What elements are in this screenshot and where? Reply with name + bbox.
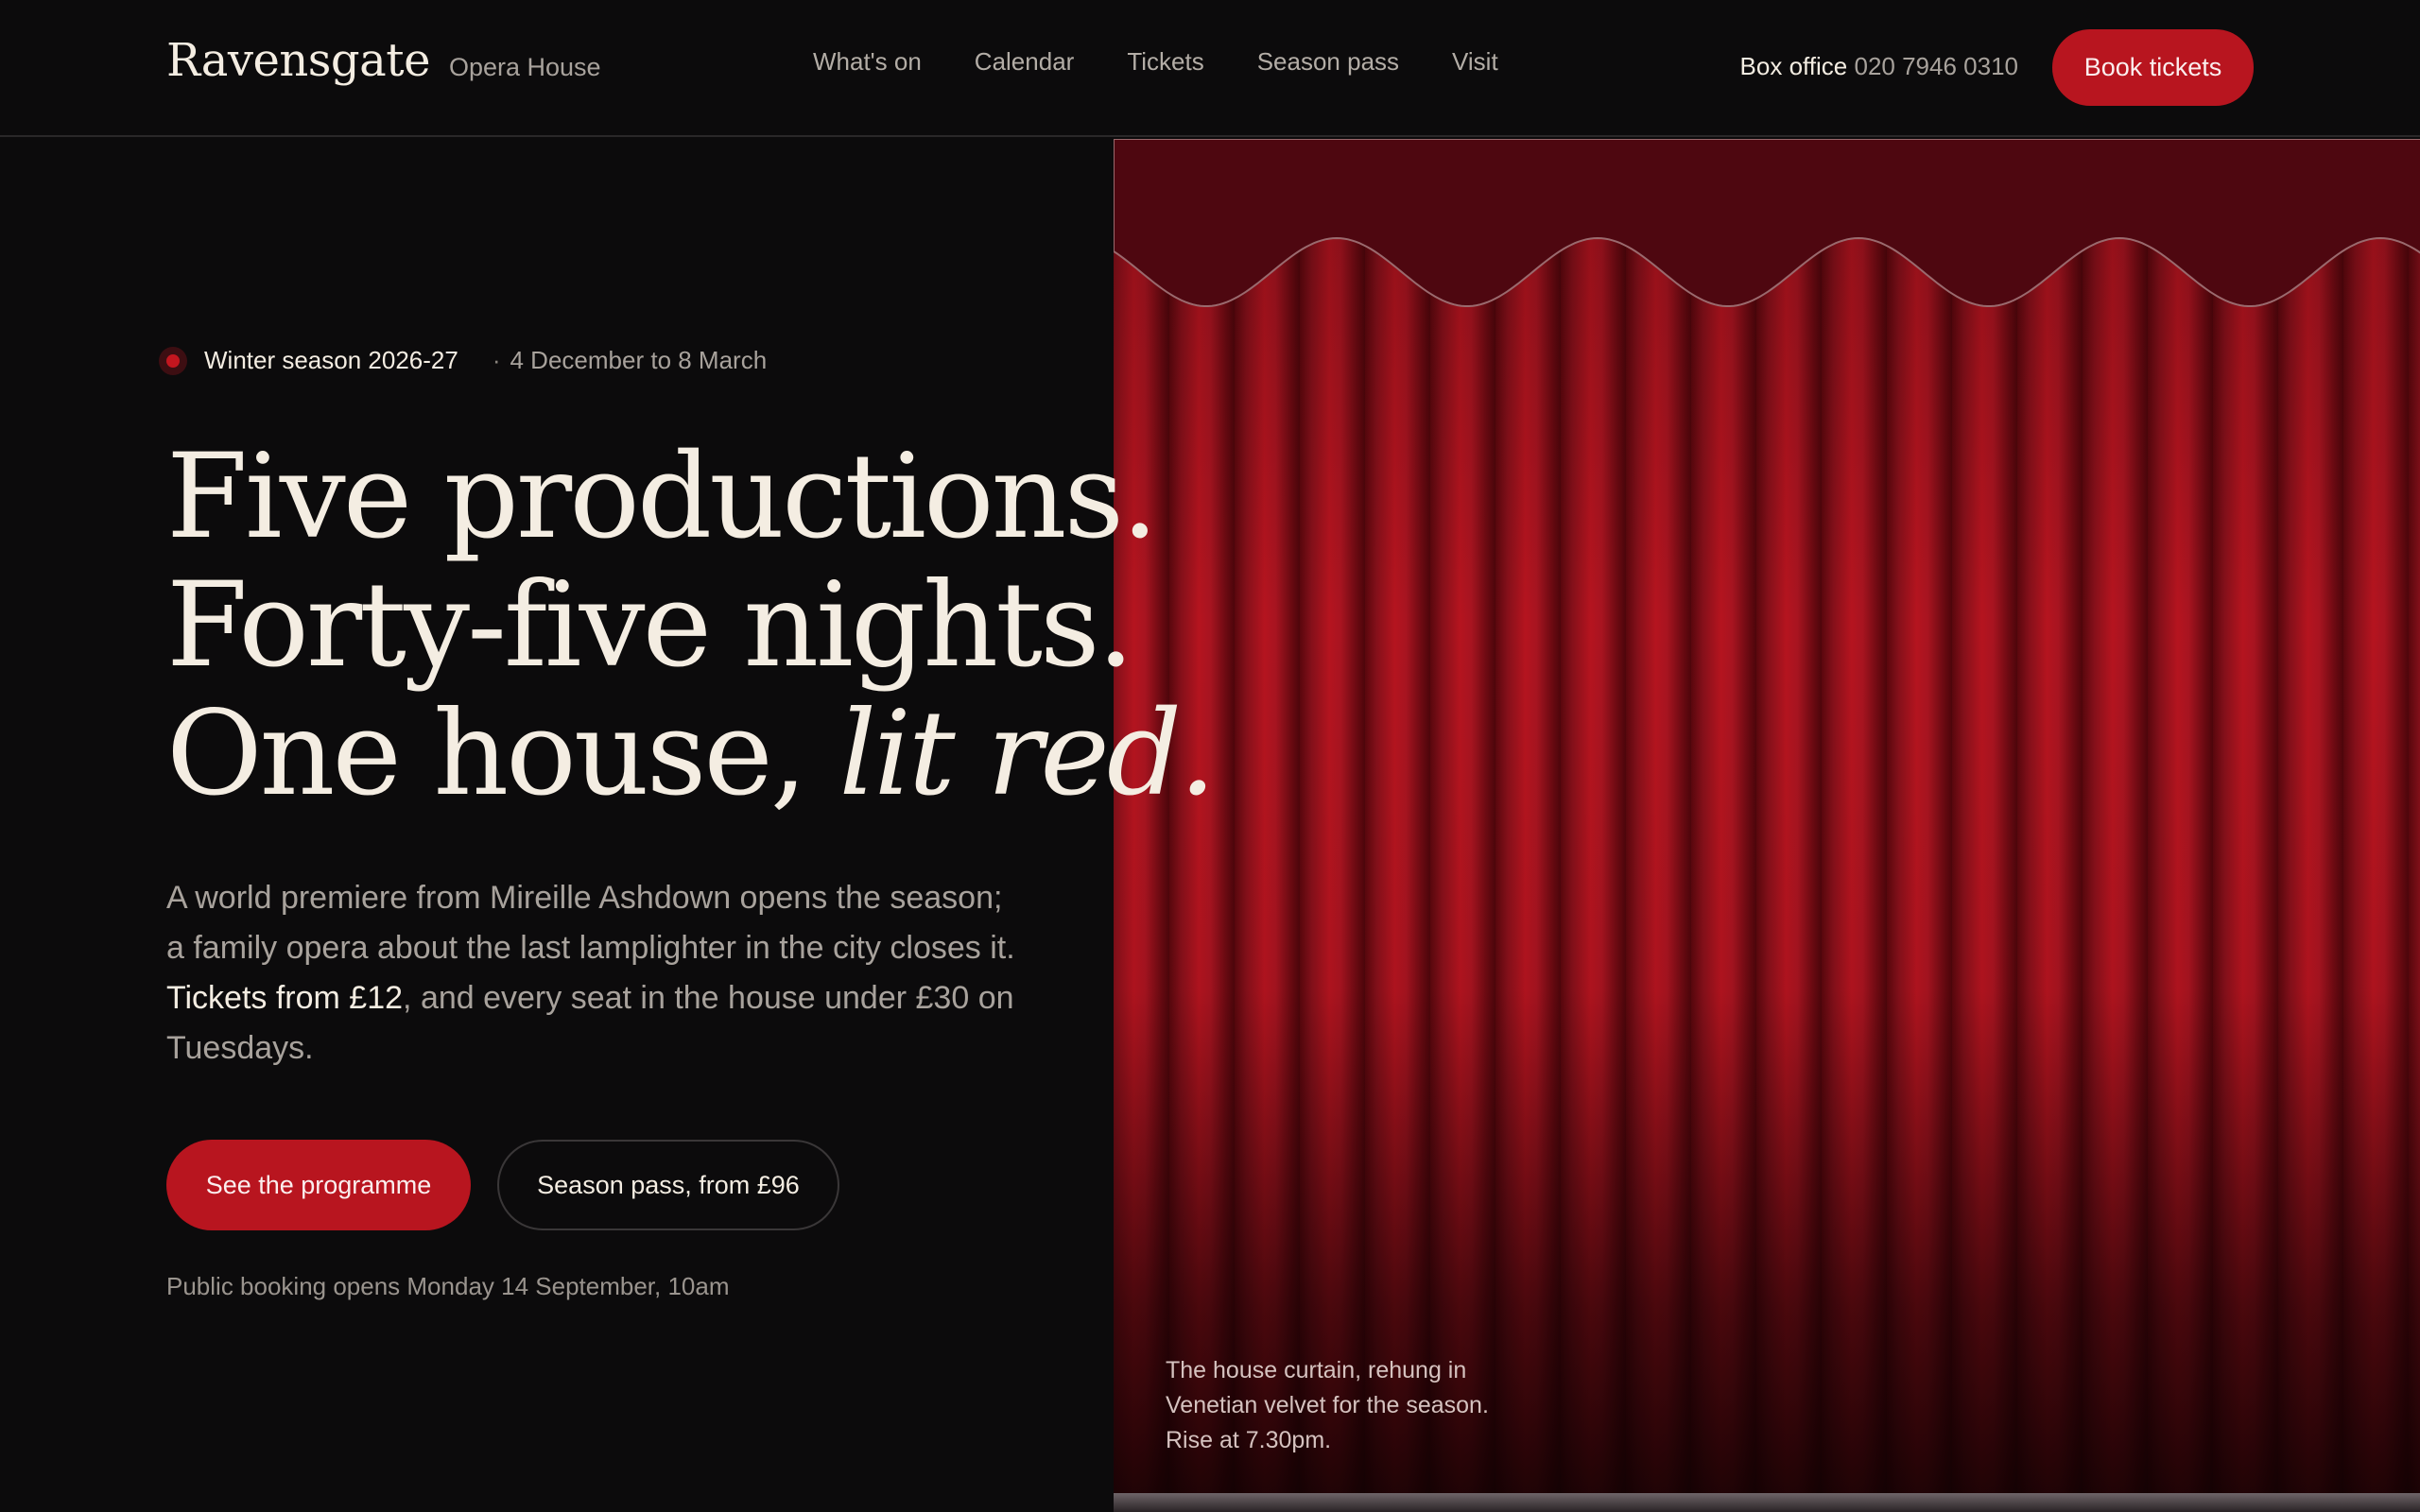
hero-description: A world premiere from Mireille Ashdown o…	[166, 873, 1017, 1074]
hero-actions: See the programme Season pass, from £96	[166, 1140, 839, 1230]
curtain-caption: The house curtain, rehung in Venetian ve…	[1166, 1357, 1489, 1453]
season-dates: 4 December to 8 March	[510, 346, 768, 374]
main-nav: What's on Calendar Tickets Season pass V…	[813, 47, 1498, 77]
lede-price-highlight: Tickets from £12	[166, 980, 404, 1016]
curtain-image: The house curtain, rehung in Venetian ve…	[1114, 139, 2420, 1512]
season-dot-icon	[159, 346, 187, 375]
box-office-label: Box office	[1739, 52, 1848, 80]
headline-line-1: Five productions.	[166, 429, 1159, 565]
site-header: Ravensgate Opera House What's on Calenda…	[0, 0, 2420, 137]
brand-logo[interactable]: Ravensgate Opera House	[166, 34, 601, 87]
box-office-phone: 020 7946 0310	[1854, 52, 2018, 80]
stage-edge	[1114, 1493, 2420, 1512]
lede-part-1: A world premiere from Mireille Ashdown o…	[166, 880, 1015, 966]
booking-note: Public booking opens Monday 14 September…	[166, 1272, 730, 1300]
season-name: Winter season 2026-27	[204, 346, 458, 374]
season-pass-button[interactable]: Season pass, from £96	[497, 1140, 839, 1230]
nav-visit[interactable]: Visit	[1452, 47, 1498, 77]
nav-season-pass[interactable]: Season pass	[1257, 47, 1399, 77]
hero-section: Winter season 2026-27 · 4 December to 8 …	[159, 0, 1217, 1512]
season-badge: Winter season 2026-27 · 4 December to 8 …	[159, 346, 767, 375]
headline-line-2: Forty-five nights.	[166, 558, 1134, 694]
box-office-contact[interactable]: Box office 020 7946 0310	[1740, 52, 2018, 81]
nav-tickets[interactable]: Tickets	[1127, 47, 1203, 77]
brand-name: Ravensgate	[166, 34, 430, 87]
curtain-illustration	[1114, 139, 2420, 1512]
headline-line-3: One house, lit red.	[166, 690, 1217, 818]
see-programme-button[interactable]: See the programme	[166, 1140, 471, 1230]
headline-emphasis: lit red.	[838, 686, 1217, 822]
page-title: Five productions. Forty-five nights. One…	[166, 429, 1217, 818]
nav-whats-on[interactable]: What's on	[813, 47, 922, 77]
season-separator: ·	[492, 346, 501, 374]
brand-subtitle: Opera House	[448, 53, 601, 81]
book-tickets-button[interactable]: Book tickets	[2052, 29, 2254, 106]
headline-line-3-start: One house,	[166, 686, 839, 822]
nav-calendar[interactable]: Calendar	[975, 47, 1075, 77]
